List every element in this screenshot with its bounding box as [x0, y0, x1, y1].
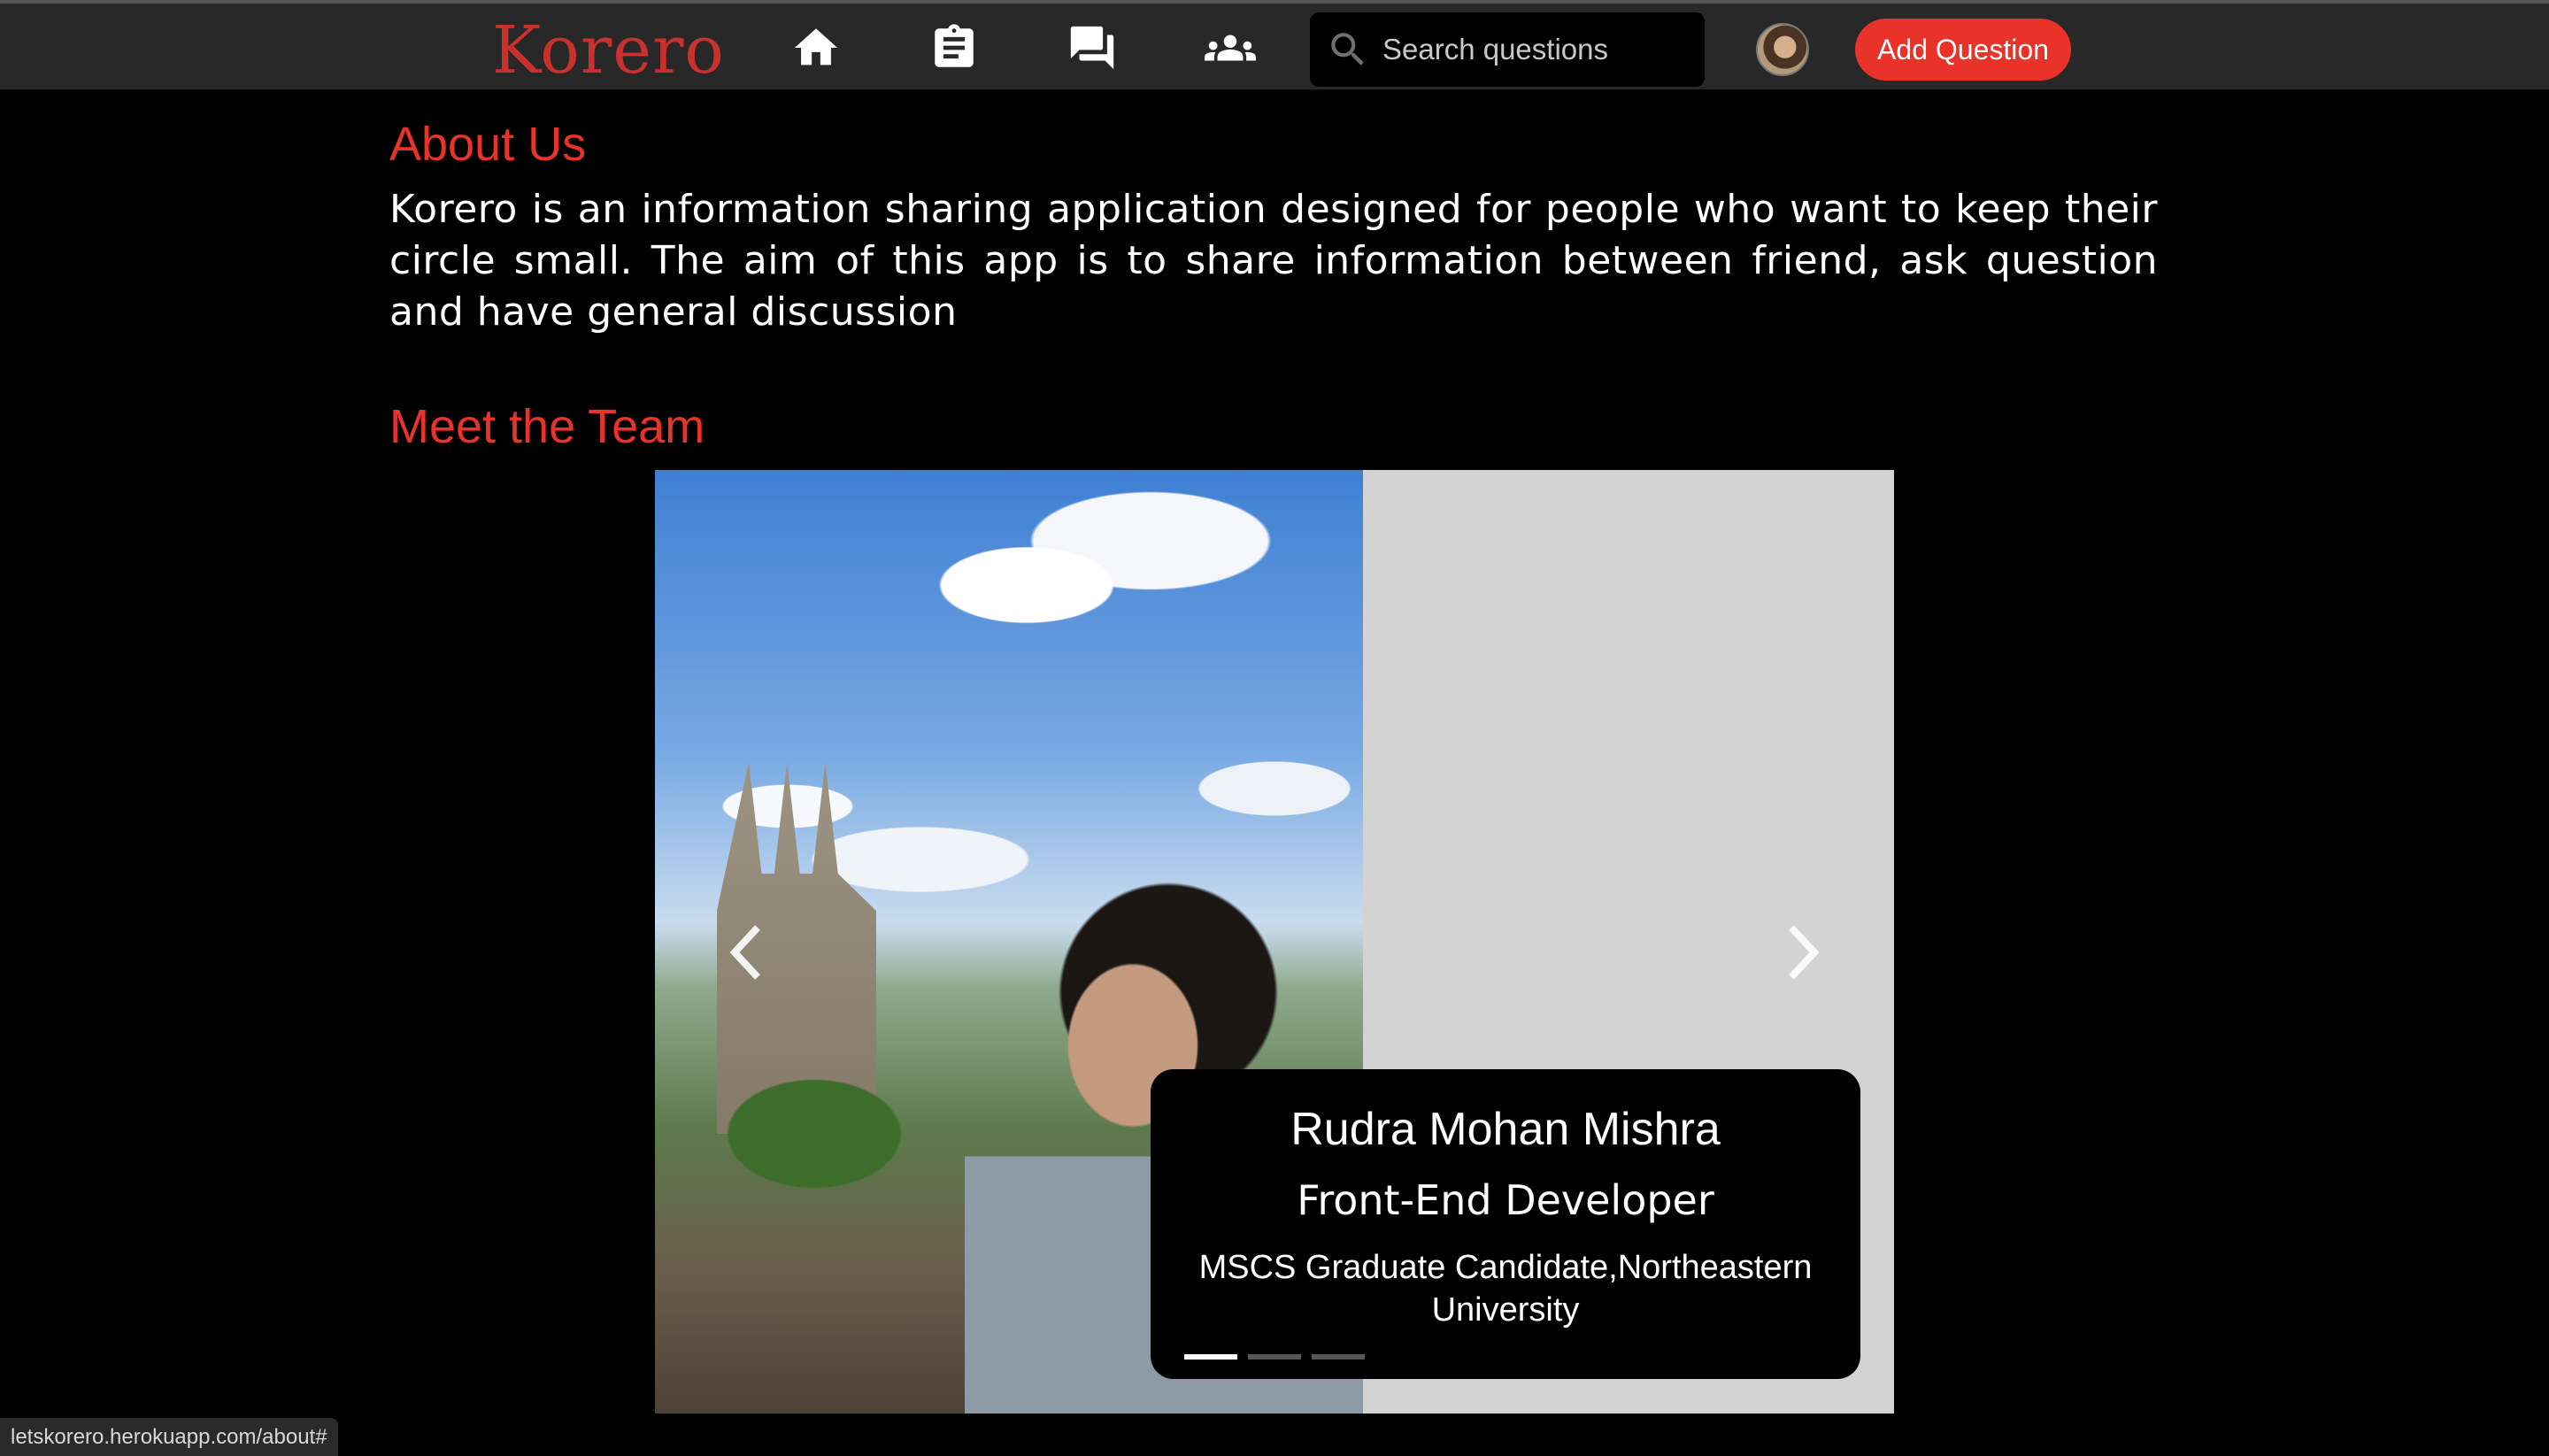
brand-logo[interactable]: Korero — [492, 12, 725, 89]
chat-icon[interactable] — [1064, 19, 1120, 76]
member-education: MSCS Graduate Candidate,Northeastern Uni… — [1198, 1249, 1813, 1329]
team-title: Meet the Team — [389, 400, 705, 453]
chevron-left-icon — [729, 925, 760, 980]
member-role: Front-End Developer — [1297, 1176, 1714, 1224]
user-avatar[interactable] — [1756, 23, 1809, 76]
chevron-right-icon — [1789, 925, 1820, 980]
carousel-indicators — [1184, 1354, 1365, 1360]
carousel-next-button[interactable] — [1775, 917, 1829, 988]
team-carousel: Rudra Mohan Mishra Front-End Developer M… — [655, 470, 1894, 1414]
search-box[interactable] — [1310, 12, 1705, 87]
carousel-indicator[interactable] — [1312, 1354, 1365, 1360]
add-question-button[interactable]: Add Question — [1855, 19, 2071, 81]
status-bar-url: letskorero.herokuapp.com/about# — [0, 1418, 338, 1456]
about-description: Korero is an information sharing applica… — [389, 187, 2158, 335]
top-navbar: Korero Add Question — [0, 0, 2549, 89]
search-icon — [1331, 33, 1364, 65]
search-input[interactable] — [1381, 32, 1685, 67]
member-name: Rudra Mohan Mishra — [1290, 1104, 1721, 1155]
people-icon[interactable] — [1202, 19, 1259, 76]
slide-caption: Rudra Mohan Mishra Front-End Developer M… — [1151, 1069, 1860, 1379]
carousel-prev-button[interactable] — [720, 917, 774, 988]
clipboard-icon[interactable] — [926, 19, 982, 76]
about-title: About Us — [389, 118, 587, 171]
carousel-indicator[interactable] — [1248, 1354, 1301, 1360]
home-icon[interactable] — [788, 19, 844, 76]
carousel-indicator[interactable] — [1184, 1354, 1237, 1360]
